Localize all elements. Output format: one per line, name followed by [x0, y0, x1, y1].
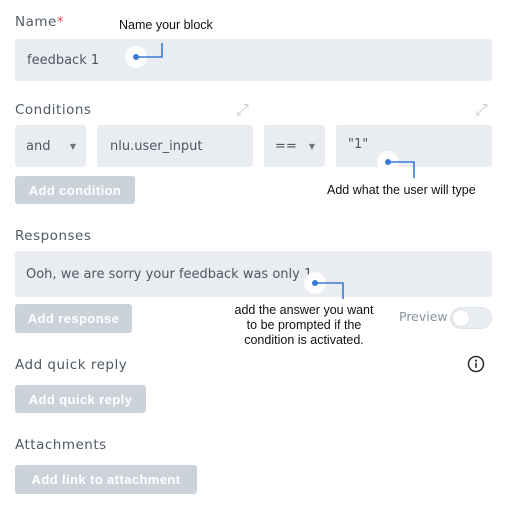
conditions-label: Conditions — [15, 102, 92, 118]
response-annotation-line: condition is activated. — [244, 333, 364, 347]
expand-icon[interactable]: ⤢ — [236, 100, 249, 120]
info-icon[interactable] — [467, 355, 485, 373]
preview-toggle[interactable] — [450, 307, 492, 329]
block-name-input[interactable]: feedback 1 — [15, 39, 492, 81]
condition-pointer-icon — [377, 151, 415, 178]
name-label-text: Name — [15, 14, 57, 30]
caret-down-icon: ▼ — [308, 141, 315, 151]
response-pointer-icon — [304, 272, 344, 299]
condition-value-text: "1" — [348, 137, 369, 152]
expand-icon[interactable]: ⤢ — [475, 100, 488, 120]
preview-toggle-knob — [453, 310, 469, 326]
required-mark: * — [56, 14, 65, 30]
add-condition-button[interactable]: Add condition — [15, 176, 135, 204]
response-annotation-line: add the answer you want — [234, 303, 374, 317]
condition-operator-select[interactable]: and ▼ — [15, 125, 86, 167]
name-annotation: Name your block — [119, 18, 213, 32]
add-quick-reply-button[interactable]: Add quick reply — [15, 385, 146, 413]
condition-comparator-select[interactable]: == ▼ — [264, 125, 325, 167]
condition-annotation: Add what the user will type — [327, 183, 476, 197]
response-input[interactable]: Ooh, we are sorry your feedback was only… — [15, 251, 492, 297]
name-pointer-icon — [125, 43, 163, 68]
response-annotation: add the answer you want to be prompted i… — [224, 303, 384, 348]
block-name-value: feedback 1 — [27, 52, 100, 68]
attachments-label: Attachments — [15, 437, 107, 453]
condition-variable-value: nlu.user_input — [110, 138, 203, 154]
condition-operator-value: and — [26, 138, 51, 154]
add-response-button[interactable]: Add response — [15, 304, 132, 333]
preview-label: Preview — [399, 309, 448, 324]
responses-label: Responses — [15, 228, 92, 244]
quick-reply-label: Add quick reply — [15, 357, 128, 373]
caret-down-icon: ▼ — [69, 141, 76, 151]
response-annotation-line: to be prompted if the — [246, 318, 362, 332]
name-label: Name* — [15, 14, 64, 30]
add-attachment-link-button[interactable]: Add link to attachment — [15, 465, 197, 494]
response-value: Ooh, we are sorry your feedback was only… — [26, 267, 317, 282]
condition-comparator-value: == — [275, 138, 297, 154]
condition-variable-input[interactable]: nlu.user_input — [97, 125, 253, 167]
